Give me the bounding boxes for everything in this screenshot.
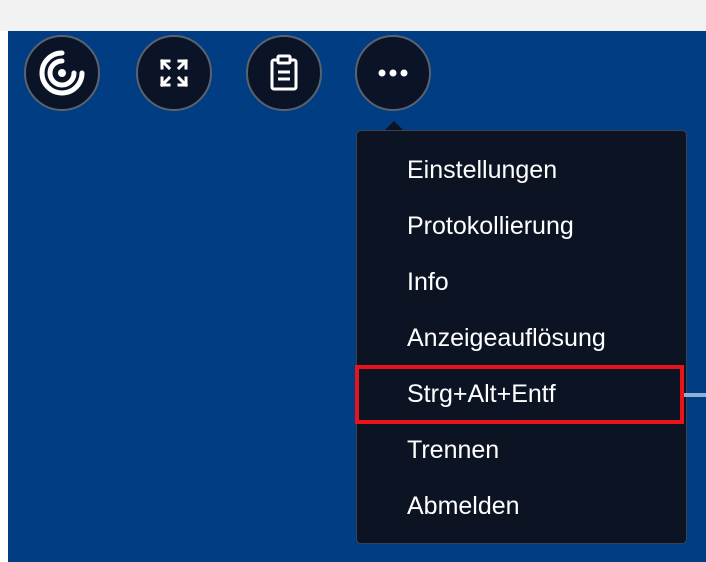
citrix-logo-icon [36,47,88,99]
fullscreen-icon [158,57,190,89]
menu-item-label: Abmelden [407,491,520,520]
menu-item-anzeigeaufloesung[interactable]: Anzeigeauflösung [357,310,686,366]
citrix-logo-button[interactable] [24,35,100,111]
menu-item-ctrl-alt-del[interactable]: Strg+Alt+Entf [355,365,684,424]
clipboard-button[interactable] [246,35,322,111]
menu-item-einstellungen[interactable]: Einstellungen [357,142,686,198]
menu-item-abmelden[interactable]: Abmelden [357,478,686,534]
more-menu: Einstellungen Protokollierung Info Anzei… [355,130,687,544]
menu-item-label: Protokollierung [407,211,574,240]
fullscreen-button[interactable] [136,35,212,111]
clipboard-icon [268,54,300,92]
more-icon [378,68,408,78]
menu-item-trennen[interactable]: Trennen [357,422,686,478]
menu-item-protokollierung[interactable]: Protokollierung [357,198,686,254]
window-top-strip [0,0,706,31]
menu-item-label: Strg+Alt+Entf [407,380,556,408]
menu-item-label: Anzeigeauflösung [407,323,606,352]
menu-item-label: Einstellungen [407,155,558,184]
more-button[interactable] [355,35,431,111]
menu-item-label: Trennen [407,435,500,464]
menu-item-label: Info [407,267,449,296]
background-line [684,393,706,397]
menu-item-info[interactable]: Info [357,254,686,310]
